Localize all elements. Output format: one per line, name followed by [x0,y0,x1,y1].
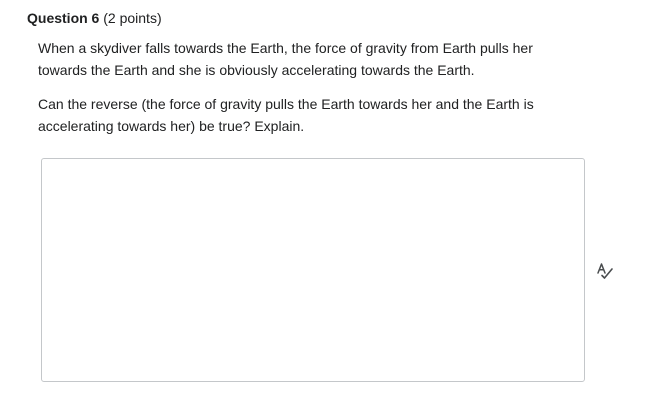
question-title: Question 6 [27,10,100,26]
question-prompt-paragraph-2: Can the reverse (the force of gravity pu… [38,96,534,134]
answer-textarea[interactable] [41,158,585,382]
spellcheck-icon[interactable] [596,262,614,280]
question-points: (2 points) [103,10,162,26]
question-header: Question 6 (2 points) [27,8,162,28]
question-prompt-paragraph-1: When a skydiver falls towards the Earth,… [38,40,533,78]
